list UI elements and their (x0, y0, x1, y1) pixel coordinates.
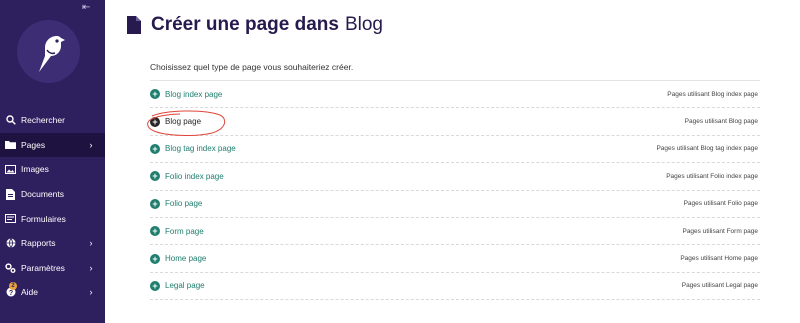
page-type-row: + Blog page Pages utilisant Blog page (150, 108, 760, 136)
collapse-sidebar-icon[interactable]: ⇤ (82, 2, 94, 14)
menu-item-documents[interactable]: Documents (0, 182, 105, 207)
menu-item-forms[interactable]: Formulaires (0, 206, 105, 231)
plus-icon: + (150, 116, 160, 127)
menu-label: Aide (21, 287, 39, 298)
page-type-link[interactable]: + Blog page (150, 116, 201, 127)
page-type-link[interactable]: + Folio page (150, 198, 202, 209)
chevron-right-icon: › (89, 139, 93, 150)
page-type-label[interactable]: Form page (165, 227, 204, 236)
menu-label: Images (21, 164, 49, 175)
page-header: Créer une page dans Blog (127, 14, 383, 36)
svg-text:?: ? (8, 290, 12, 297)
form-icon (5, 213, 16, 224)
page-type-label[interactable]: Blog index page (165, 90, 222, 99)
page-type-row: + Folio index page Pages utilisant Folio… (150, 163, 760, 191)
page-type-row: + Legal page Pages utilisant Legal page (150, 273, 760, 301)
page-type-link[interactable]: + Blog index page (150, 89, 222, 100)
plus-icon: + (150, 226, 160, 237)
menu-item-settings[interactable]: Paramètres › (0, 256, 105, 281)
page-type-link[interactable]: + Home page (150, 253, 206, 264)
menu-label: Formulaires (21, 213, 66, 224)
main-content: Créer une page dans Blog Choisissez quel… (105, 0, 800, 323)
page-type-row: + Blog tag index page Pages utilisant Bl… (150, 136, 760, 164)
page-type-row: + Form page Pages utilisant Form page (150, 218, 760, 246)
search-icon (5, 115, 16, 126)
menu-item-search[interactable]: Rechercher (0, 108, 105, 133)
menu-label: Paramètres (21, 262, 65, 273)
menu-label: Rechercher (21, 115, 65, 126)
sidebar: ⇤ Rechercher Pages › Images Documents Fo… (0, 0, 105, 323)
page-type-label[interactable]: Blog tag index page (165, 144, 236, 153)
page-type-label[interactable]: Folio page (165, 199, 202, 208)
pages-using-link[interactable]: Pages utilisant Folio index page (666, 173, 758, 180)
menu-item-help[interactable]: ? 2 Aide › (0, 280, 105, 305)
pages-using-link[interactable]: Pages utilisant Legal page (682, 282, 758, 289)
doc-empty-inverse-icon (127, 16, 141, 34)
parent-page-title: Blog (344, 14, 383, 35)
pages-using-link[interactable]: Pages utilisant Home page (680, 255, 758, 262)
page-type-link[interactable]: + Folio index page (150, 171, 224, 182)
pages-using-link[interactable]: Pages utilisant Form page (682, 228, 758, 235)
page-type-label[interactable]: Home page (165, 254, 206, 263)
globe-icon (5, 238, 16, 249)
chevron-right-icon: › (89, 287, 93, 298)
plus-icon: + (150, 143, 160, 154)
menu-label: Rapports (21, 238, 56, 249)
plus-icon: + (150, 253, 160, 264)
chevron-right-icon: › (89, 262, 93, 273)
pages-using-link[interactable]: Pages utilisant Blog index page (667, 91, 758, 98)
plus-icon: + (150, 171, 160, 182)
plus-icon: + (150, 198, 160, 209)
image-icon (5, 164, 16, 175)
page-type-row: + Home page Pages utilisant Home page (150, 245, 760, 273)
pages-using-link[interactable]: Pages utilisant Blog page (685, 118, 758, 125)
cogs-icon (5, 262, 16, 273)
page-type-row: + Folio page Pages utilisant Folio page (150, 191, 760, 218)
menu-label: Pages (21, 139, 46, 150)
page-type-label[interactable]: Folio index page (165, 172, 224, 181)
page-type-list: + Blog index page Pages utilisant Blog i… (150, 80, 760, 301)
page-type-row: + Blog index page Pages utilisant Blog i… (150, 81, 760, 109)
page-type-link[interactable]: + Form page (150, 226, 204, 237)
menu-item-pages[interactable]: Pages › (0, 132, 105, 158)
plus-icon: + (150, 89, 160, 100)
pages-using-link[interactable]: Pages utilisant Folio page (684, 200, 758, 207)
menu-item-images[interactable]: Images (0, 157, 105, 182)
pages-using-link[interactable]: Pages utilisant Blog tag index page (656, 145, 758, 152)
wagtail-logo[interactable] (17, 20, 80, 83)
page-type-link[interactable]: + Legal page (150, 280, 205, 291)
page-type-link[interactable]: + Blog tag index page (150, 143, 236, 154)
bird-logo-icon (39, 36, 65, 72)
plus-icon: + (150, 280, 160, 291)
document-icon (5, 188, 16, 200)
menu-label: Documents (21, 189, 64, 200)
page-type-label[interactable]: Blog page (165, 117, 201, 126)
page-type-label[interactable]: Legal page (165, 281, 205, 290)
chevron-right-icon: › (89, 238, 93, 249)
page-title: Créer une page dans (151, 14, 339, 35)
intro-text: Choisissez quel type de page vous souhai… (150, 62, 354, 72)
main-menu: Rechercher Pages › Images Documents Form… (0, 108, 105, 305)
folder-icon (5, 139, 16, 150)
menu-item-reports[interactable]: Rapports › (0, 231, 105, 256)
app-root: ⇤ Rechercher Pages › Images Documents Fo… (0, 0, 800, 323)
